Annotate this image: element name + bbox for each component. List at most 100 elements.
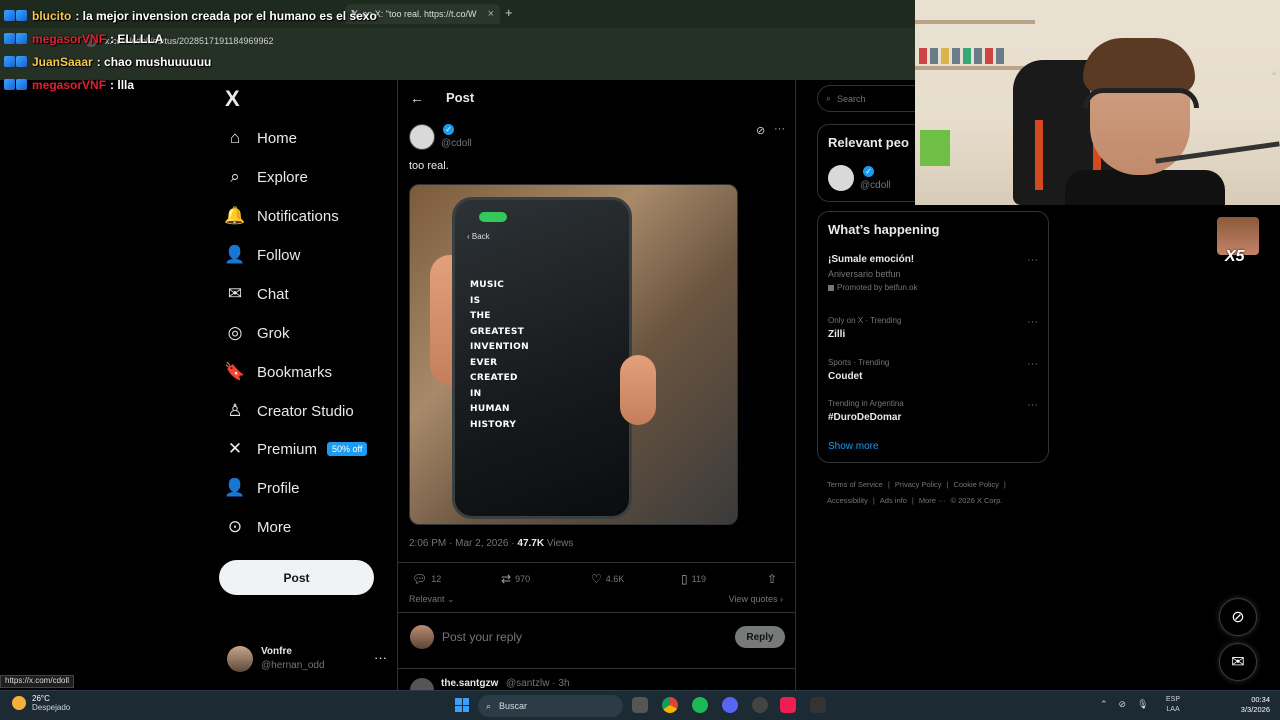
search-icon: ⌕ — [826, 93, 832, 103]
reply-count: 12 — [431, 574, 442, 584]
scrollbar-arrow-icon[interactable]: ▲ — [1270, 68, 1278, 78]
more-icon[interactable]: ··· — [1027, 358, 1038, 370]
sidebar-item-profile[interactable]: 👤 Profile — [224, 473, 300, 503]
trend-item[interactable]: Only on X · Trending Zilli ··· — [828, 316, 1038, 340]
post-text: too real. — [409, 160, 449, 172]
like-action[interactable]: ♡ 4.6K — [591, 572, 624, 586]
new-tab-button[interactable]: + — [505, 5, 513, 20]
discord-icon[interactable] — [722, 697, 738, 713]
sidebar-item-creator-studio[interactable]: ♙ Creator Studio — [225, 396, 353, 426]
image-caption: MUSIC IS THE GREATEST INVENTION EVER CREATED IN… — [470, 278, 550, 433]
chat-message: megasorVNF: ELLLLA — [4, 27, 377, 50]
account-switcher[interactable]: Vonfre @hernan_odd ··· — [227, 644, 387, 674]
post-image[interactable]: ‹ Back MUSIC IS THE GREATEST INVENTION EVER CR… — [409, 184, 738, 525]
hair — [1083, 38, 1195, 93]
chat-message-text: chao mushuuuuuu — [104, 54, 212, 69]
sidebar-nav: X ⌂ Home ⌕ Explore 🔔 Notifications 👤 Follow ✉ Cha… — [219, 80, 394, 690]
windows-start-icon[interactable] — [455, 698, 469, 712]
sidebar-item-premium[interactable]: ✕ Premium 50% off — [225, 434, 368, 464]
search-input[interactable]: ⌕ Search — [817, 85, 927, 112]
clock[interactable]: 00:34 3/3/2026 — [1228, 695, 1270, 715]
taskbar-search-label: Buscar — [499, 701, 528, 711]
sidebar-item-chat[interactable]: ✉ Chat — [225, 279, 289, 309]
sidebar-item-more[interactable]: ⊙ More — [225, 512, 291, 542]
sidebar-item-home[interactable]: ⌂ Home — [225, 123, 297, 153]
chrome-icon[interactable] — [662, 697, 678, 713]
image-caption-line: GREATEST — [470, 326, 525, 337]
sidebar-item-follow[interactable]: 👤 Follow — [224, 240, 300, 270]
footer-link[interactable]: © 2026 X Corp. — [951, 496, 1003, 505]
more-icon[interactable]: ··· — [1027, 254, 1038, 266]
footer-link[interactable]: Ads info — [880, 496, 907, 505]
trend-item[interactable]: Sports · Trending Coudet ··· — [828, 358, 1038, 382]
reply-author-name[interactable]: the.santgzw — [441, 678, 498, 689]
post-time[interactable]: 2:06 PM · Mar 2, 2026 · — [409, 538, 517, 549]
language-indicator[interactable]: ESP LAA — [1166, 695, 1180, 715]
creator-studio-icon: ♙ — [227, 401, 243, 420]
tiktok-icon[interactable] — [780, 697, 796, 713]
repost-icon: ⇄ — [501, 572, 512, 586]
close-tab-icon[interactable]: × — [488, 8, 494, 20]
grok-float-button[interactable]: ⊘ — [1219, 598, 1257, 636]
reply-input[interactable]: Post your reply — [442, 630, 522, 644]
reply-icon: 💬︎ — [412, 572, 428, 586]
follow-icon: 👤 — [224, 245, 246, 264]
more-icon[interactable]: ··· — [374, 650, 387, 665]
footer-link[interactable]: Cookie Policy — [953, 480, 998, 489]
chevron-up-icon[interactable]: ⌃ — [1100, 699, 1108, 710]
network-off-icon[interactable]: ⊘ — [1119, 699, 1127, 710]
weather-widget[interactable]: 26°C Despejado — [12, 694, 70, 712]
user-handle[interactable]: @cdoll — [860, 180, 891, 191]
trend-item[interactable]: Trending in Argentina #DuroDeDomar ··· — [828, 399, 1038, 423]
reply-sort-dropdown[interactable]: Relevant ⌄ — [409, 594, 455, 605]
bookmark-action[interactable]: ▯ 119 — [681, 572, 706, 586]
messages-float-button[interactable]: ✉ — [1219, 643, 1257, 681]
shelf-items — [919, 48, 1029, 64]
share-action[interactable]: ⇧ — [767, 572, 777, 586]
more-icon[interactable]: ··· — [1027, 316, 1038, 328]
author-handle[interactable]: @cdoll — [441, 138, 472, 149]
webcam-overlay — [915, 0, 1280, 205]
trend-name: ¡Sumale emoción! — [828, 254, 915, 265]
grok-icon[interactable]: ⊘ — [756, 124, 765, 137]
trend-item[interactable]: ¡Sumale emoción! Aniversario betfun Promot… — [828, 254, 1038, 292]
sidebar-item-label: Profile — [257, 479, 300, 497]
date: 3/3/2026 — [1240, 705, 1270, 714]
mic-icon[interactable]: 🎙︎ — [1137, 699, 1148, 710]
sidebar-item-bookmarks[interactable]: 🔖 Bookmarks — [224, 357, 332, 387]
more-icon[interactable]: ··· — [1027, 399, 1038, 411]
author-avatar[interactable] — [409, 124, 435, 150]
sub-badge-icon — [4, 32, 28, 45]
sidebar-item-notifications[interactable]: 🔔 Notifications — [224, 201, 338, 231]
reply-button[interactable]: Reply — [735, 626, 785, 648]
footer-link[interactable]: Accessibility — [827, 496, 868, 505]
grok-icon: ⊘ — [1231, 609, 1245, 626]
taskbar-search[interactable]: ⌕ Buscar — [478, 695, 623, 717]
avatar[interactable] — [828, 165, 854, 191]
post-actions: 💬︎ 12 ⇄ 970 ♡ 4.6K ▯ 119 ⇧ — [409, 572, 785, 588]
sort-label: Relevant — [409, 594, 445, 604]
spotify-icon[interactable] — [692, 697, 708, 713]
sidebar-item-grok[interactable]: ◎ Grok — [225, 318, 290, 348]
reply-action[interactable]: 💬︎ 12 — [412, 572, 441, 586]
search-placeholder: Search — [837, 93, 866, 104]
post-button[interactable]: Post — [219, 560, 374, 595]
app-icon[interactable] — [810, 697, 826, 713]
obs-icon[interactable] — [752, 697, 768, 713]
sidebar-item-label: Grok — [257, 324, 290, 342]
more-icon[interactable]: ··· — [774, 123, 785, 135]
sidebar-item-explore[interactable]: ⌕ Explore — [225, 162, 308, 192]
show-more-link[interactable]: Show more — [828, 441, 879, 452]
repost-action[interactable]: ⇄ 970 — [501, 572, 530, 586]
task-view-icon[interactable] — [632, 697, 648, 713]
trend-meta: Trending in Argentina — [828, 399, 904, 408]
shelf — [915, 66, 1035, 70]
footer-link[interactable]: More ··· — [919, 496, 946, 505]
back-arrow-icon[interactable]: ← — [410, 90, 424, 106]
footer-link[interactable]: Terms of Service — [827, 480, 883, 489]
chat-message-text: llla — [117, 77, 135, 92]
view-count: 47.7K — [517, 538, 545, 549]
footer-link[interactable]: Privacy Policy — [895, 480, 942, 489]
profile-icon: 👤 — [224, 478, 246, 497]
view-quotes-link[interactable]: View quotes › — [729, 594, 783, 604]
